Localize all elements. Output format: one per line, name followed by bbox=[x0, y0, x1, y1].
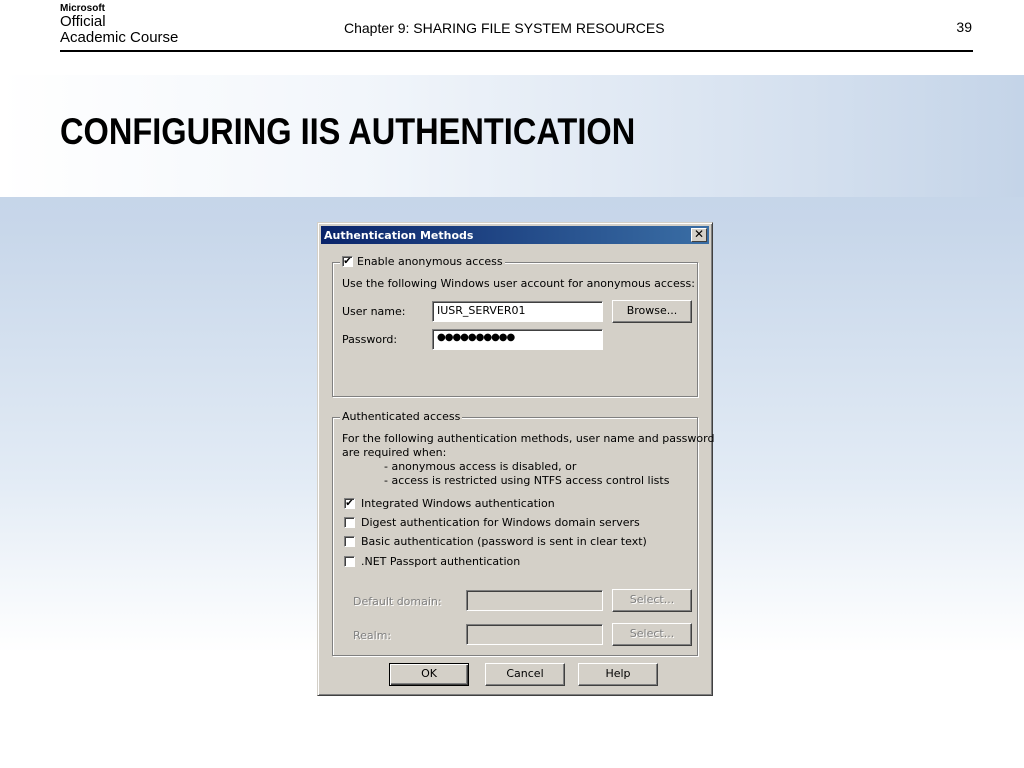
digest-option[interactable]: Digest authentication for Windows domain… bbox=[344, 516, 640, 529]
authenticated-access-group: Authenticated access For the following a… bbox=[332, 410, 714, 656]
basic-label: Basic authentication (password is sent i… bbox=[361, 535, 647, 548]
dialog-title: Authentication Methods bbox=[324, 228, 474, 242]
basic-checkbox[interactable] bbox=[344, 536, 355, 547]
default-domain-label: Default domain: bbox=[353, 595, 442, 608]
chapter-title: Chapter 9: SHARING FILE SYSTEM RESOURCES bbox=[344, 20, 665, 36]
select-realm-button[interactable]: Select... bbox=[612, 623, 692, 646]
default-domain-field[interactable] bbox=[466, 590, 603, 611]
digest-checkbox[interactable] bbox=[344, 517, 355, 528]
help-button[interactable]: Help bbox=[578, 663, 658, 686]
close-icon[interactable]: ✕ bbox=[691, 228, 707, 242]
auth-description-bullet1: - anonymous access is disabled, or bbox=[384, 460, 577, 473]
browse-button[interactable]: Browse... bbox=[612, 300, 692, 323]
basic-option[interactable]: Basic authentication (password is sent i… bbox=[344, 535, 647, 548]
dialog-titlebar: Authentication Methods ✕ bbox=[321, 226, 709, 244]
auth-description-bullet2: - access is restricted using NTFS access… bbox=[384, 474, 670, 487]
page-number: 39 bbox=[956, 19, 972, 35]
authenticated-access-label: Authenticated access bbox=[342, 410, 461, 423]
slide-title: CONFIGURING IIS AUTHENTICATION bbox=[60, 111, 636, 152]
anonymous-access-header: ✔ Enable anonymous access bbox=[340, 255, 505, 268]
passport-option[interactable]: .NET Passport authentication bbox=[344, 555, 520, 568]
passport-label: .NET Passport authentication bbox=[361, 555, 521, 568]
auth-description-line1: For the following authentication methods… bbox=[342, 432, 715, 445]
logo-line1: Official bbox=[60, 13, 106, 30]
integrated-windows-checkbox[interactable]: ✔ bbox=[344, 498, 355, 509]
username-field[interactable]: IUSR_SERVER01 bbox=[432, 301, 603, 322]
digest-label: Digest authentication for Windows domain… bbox=[361, 516, 640, 529]
integrated-windows-option[interactable]: ✔ Integrated Windows authentication bbox=[344, 497, 555, 510]
enable-anonymous-checkbox[interactable]: ✔ bbox=[342, 256, 353, 267]
username-label: User name: bbox=[342, 305, 406, 318]
realm-field[interactable] bbox=[466, 624, 603, 645]
logo-line2: Academic Course bbox=[60, 29, 179, 46]
anonymous-description: Use the following Windows user account f… bbox=[342, 277, 695, 290]
passport-checkbox[interactable] bbox=[344, 556, 355, 567]
header-divider bbox=[60, 50, 973, 52]
authenticated-access-header: Authenticated access bbox=[340, 410, 463, 423]
select-domain-button[interactable]: Select... bbox=[612, 589, 692, 612]
microsoft-logo: Microsoft Official Academic Course bbox=[60, 4, 178, 46]
integrated-windows-label: Integrated Windows authentication bbox=[361, 497, 555, 510]
cancel-button[interactable]: Cancel bbox=[485, 663, 565, 686]
password-field[interactable]: ●●●●●●●●●● bbox=[432, 329, 603, 350]
authentication-methods-dialog: Authentication Methods ✕ ✔ Enable anonym… bbox=[317, 222, 714, 696]
auth-description-line2: are required when: bbox=[342, 446, 447, 459]
enable-anonymous-label: Enable anonymous access bbox=[357, 255, 503, 268]
realm-label: Realm: bbox=[353, 629, 392, 642]
anonymous-access-group: ✔ Enable anonymous access Use the follow… bbox=[332, 255, 698, 397]
password-label: Password: bbox=[342, 333, 398, 346]
ok-button[interactable]: OK bbox=[389, 663, 469, 686]
